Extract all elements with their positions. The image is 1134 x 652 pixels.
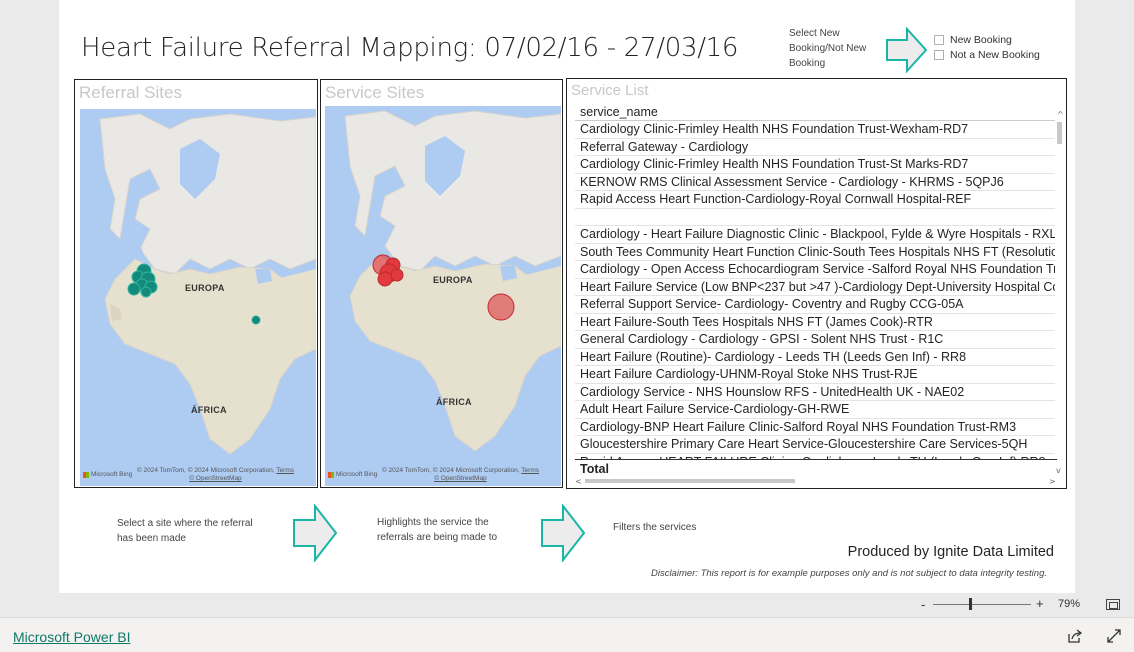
panel-title: Service List — [571, 82, 649, 99]
table-row[interactable]: Cardiology Clinic-Frimley Health NHS Fou… — [575, 156, 1055, 174]
attribution-text: © 2024 TomTom, © 2024 Microsoft Corporat… — [381, 467, 520, 474]
power-bi-link[interactable]: Microsoft Power BI — [13, 629, 130, 645]
bing-label: Microsoft Bing — [91, 471, 133, 478]
vertical-scrollbar[interactable]: ^ v — [1056, 109, 1064, 477]
zoom-slider-thumb[interactable] — [969, 598, 973, 610]
terms-link[interactable]: Terms — [521, 467, 539, 474]
osm-link[interactable]: © OpenStreetMap — [189, 475, 241, 482]
zoom-slider-track[interactable] — [933, 604, 1031, 605]
zoom-out-button[interactable]: - — [921, 597, 925, 612]
slicer-option-label: Not a New Booking — [950, 49, 1040, 61]
table-row[interactable]: Cardiology - Open Access Echocardiogram … — [575, 261, 1055, 279]
table-total-row: Total — [575, 459, 1057, 477]
slicer-option-not-new-booking[interactable]: Not a New Booking — [934, 49, 1040, 61]
service-site-marker[interactable] — [485, 291, 517, 323]
zoom-level: 79% — [1058, 598, 1081, 610]
report-canvas: Heart Failure Referral Mapping: 07/02/16… — [59, 0, 1075, 593]
table-row[interactable]: Adult Heart Failure Service-Cardiology-G… — [575, 401, 1055, 419]
referral-site-markers[interactable] — [124, 259, 164, 304]
map-attribution: © 2024 TomTom, © 2024 Microsoft Corporat… — [382, 467, 539, 483]
disclaimer-text: Disclaimer: This report is for example p… — [650, 568, 1047, 579]
microsoft-logo-icon — [328, 471, 334, 478]
map-label-africa: ÁFRICA — [436, 397, 472, 407]
referral-sites-map[interactable]: EUROPA ÁFRICA Microsoft Bing © 2024 TomT… — [80, 109, 316, 486]
service-list-rows: Cardiology Clinic-Frimley Health NHS Fou… — [575, 121, 1065, 463]
panel-title: Service Sites — [325, 83, 425, 102]
arrow-right-icon — [886, 27, 928, 73]
service-list-panel[interactable]: Service List service_name Cardiology Cli… — [566, 78, 1067, 489]
map-label-europa: EUROPA — [433, 275, 473, 285]
map-label-africa: ÁFRICA — [191, 405, 227, 415]
svg-text:>: > — [1049, 477, 1056, 485]
checkbox-icon[interactable] — [934, 35, 944, 45]
produced-by-text: Produced by Ignite Data Limited — [847, 544, 1054, 560]
service-sites-panel[interactable]: Service Sites EUROPA ÁFRICA Microsoft Bi… — [320, 79, 563, 488]
table-row[interactable]: KERNOW RMS Clinical Assessment Service -… — [575, 174, 1055, 191]
table-row[interactable]: General Cardiology - Cardiology - GPSI -… — [575, 331, 1055, 349]
table-row[interactable]: Cardiology Service - NHS Hounslow RFS - … — [575, 384, 1055, 401]
report-title: Heart Failure Referral Mapping: 07/02/16… — [81, 33, 739, 63]
table-row[interactable]: Cardiology-BNP Heart Failure Clinic-Salf… — [575, 419, 1055, 436]
table-row[interactable]: Cardiology Clinic-Frimley Health NHS Fou… — [575, 121, 1055, 139]
share-icon[interactable] — [1067, 628, 1083, 644]
referral-sites-panel[interactable]: Referral Sites EUROPA ÁFRICA Microsoft B… — [74, 79, 318, 488]
table-row[interactable] — [575, 209, 1055, 226]
bing-label: Microsoft Bing — [336, 471, 378, 478]
terms-link[interactable]: Terms — [276, 467, 294, 474]
caption-step-3: Filters the services — [613, 522, 697, 533]
map-land — [99, 113, 316, 455]
svg-text:v: v — [1056, 466, 1061, 475]
table-row[interactable]: Gloucestershire Primary Care Heart Servi… — [575, 436, 1055, 454]
svg-text:^: ^ — [1057, 110, 1064, 119]
service-sites-map[interactable]: EUROPA ÁFRICA Microsoft Bing © 2024 TomT… — [325, 106, 561, 486]
table-row[interactable]: Heart Failure Service (Low BNP<237 but >… — [575, 279, 1055, 296]
table-row[interactable]: Heart Failure (Routine)- Cardiology - Le… — [575, 349, 1055, 366]
caption-step-2: Highlights the service the referrals are… — [377, 517, 498, 543]
bing-logo: Microsoft Bing — [328, 471, 377, 478]
attribution-text: © 2024 TomTom, © 2024 Microsoft Corporat… — [136, 467, 275, 474]
map-label-europa: EUROPA — [185, 283, 225, 293]
footer-bar: Microsoft Power BI — [0, 617, 1134, 652]
zoom-bar: - + 79% — [0, 593, 1134, 617]
panel-title: Referral Sites — [79, 83, 182, 102]
service-list-table[interactable]: service_name Cardiology Clinic-Frimley H… — [575, 105, 1065, 463]
arrow-right-icon — [293, 504, 338, 562]
slicer-caption: Select New Booking/Not New Booking — [789, 28, 867, 69]
table-row[interactable]: Referral Gateway - Cardiology — [575, 139, 1055, 156]
checkbox-icon[interactable] — [934, 50, 944, 60]
service-site-markers[interactable] — [369, 251, 409, 291]
table-row[interactable]: Rapid Access Heart Function-Cardiology-R… — [575, 191, 1055, 209]
fullscreen-icon[interactable] — [1106, 628, 1122, 644]
microsoft-logo-icon — [83, 471, 89, 478]
arrow-right-icon — [541, 504, 586, 562]
slicer-option-label: New Booking — [950, 34, 1012, 46]
svg-text:<: < — [575, 477, 582, 485]
table-row[interactable]: South Tees Community Heart Function Clin… — [575, 244, 1055, 261]
table-row[interactable]: Heart Failure Cardiology-UHNM-Royal Stok… — [575, 366, 1055, 384]
table-row[interactable]: Referral Support Service- Cardiology- Co… — [575, 296, 1055, 314]
zoom-in-button[interactable]: + — [1036, 596, 1044, 611]
table-row[interactable]: Heart Failure-South Tees Hospitals NHS F… — [575, 314, 1055, 331]
caption-step-1: Select a site where the referral has bee… — [117, 518, 253, 544]
referral-site-marker[interactable] — [250, 314, 262, 326]
bing-logo: Microsoft Bing — [83, 471, 132, 478]
column-header-service-name[interactable]: service_name — [575, 105, 1055, 121]
fit-to-page-icon[interactable] — [1106, 599, 1120, 610]
slicer-option-new-booking[interactable]: New Booking — [934, 34, 1012, 46]
map-land — [344, 110, 561, 452]
horizontal-scrollbar[interactable]: < > — [575, 477, 1057, 485]
table-row[interactable]: Cardiology - Heart Failure Diagnostic Cl… — [575, 226, 1055, 244]
map-attribution: © 2024 TomTom, © 2024 Microsoft Corporat… — [137, 467, 294, 483]
osm-link[interactable]: © OpenStreetMap — [434, 475, 486, 482]
